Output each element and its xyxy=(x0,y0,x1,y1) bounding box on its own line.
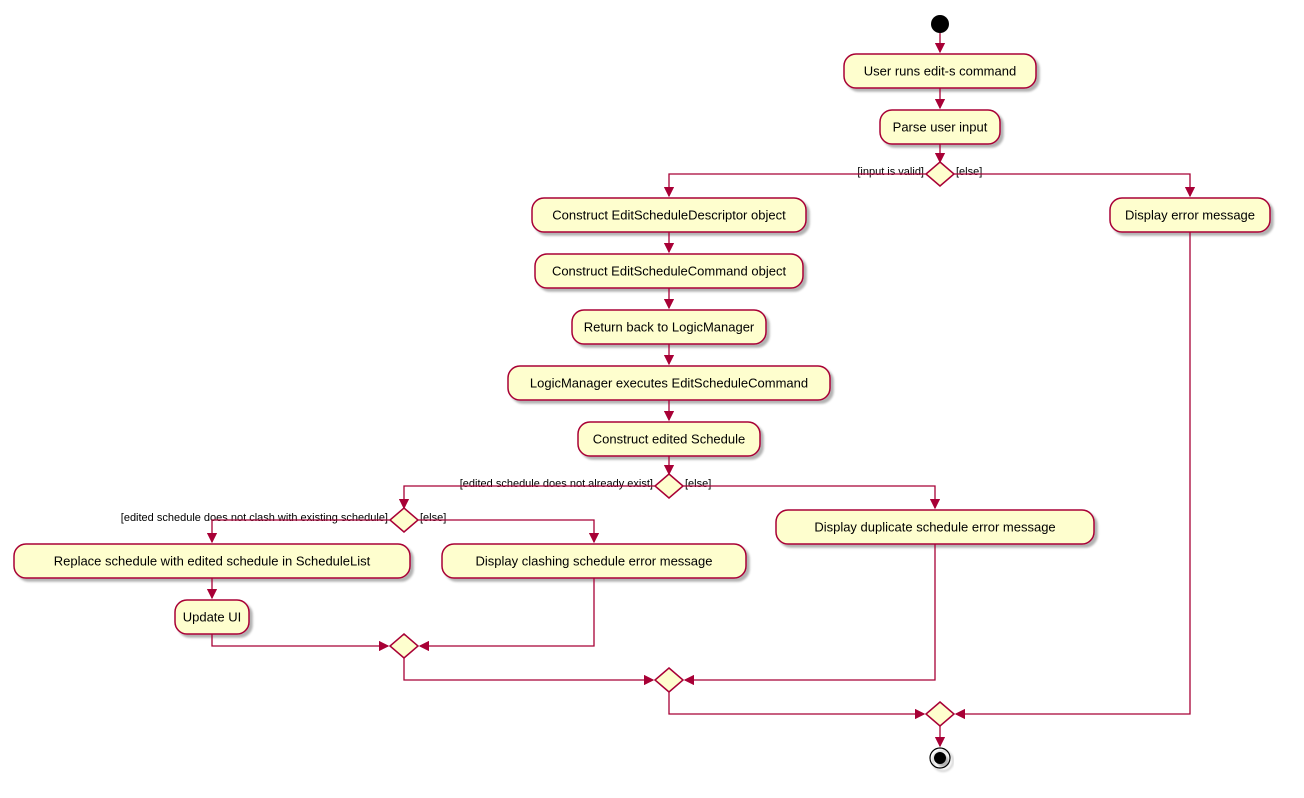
activity-replace-schedule: Replace schedule with edited schedule in… xyxy=(14,544,410,578)
activity-user-runs: User runs edit-s command xyxy=(844,54,1036,88)
activity-update-ui: Update UI xyxy=(175,600,249,634)
activity-display-duplicate-error: Display duplicate schedule error message xyxy=(776,510,1094,544)
guard-label: [edited schedule does not already exist] xyxy=(460,478,653,490)
activity-return-logic: Return back to LogicManager xyxy=(572,310,766,344)
activity-label: Return back to LogicManager xyxy=(584,319,755,334)
start-node xyxy=(931,15,949,33)
guard-label: [edited schedule does not clash with exi… xyxy=(121,512,388,524)
activity-label: Construct EditScheduleCommand object xyxy=(552,263,787,278)
decision-schedule-clash xyxy=(390,508,418,532)
edge xyxy=(420,578,594,646)
activity-display-error: Display error message xyxy=(1110,198,1270,232)
activity-parse-input: Parse user input xyxy=(880,110,1000,144)
activity-display-clash-error: Display clashing schedule error message xyxy=(442,544,746,578)
activity-label: User runs edit-s command xyxy=(864,63,1016,78)
activity-label: LogicManager executes EditScheduleComman… xyxy=(530,375,808,390)
edge xyxy=(404,658,653,680)
edge xyxy=(212,634,388,646)
guard-label: [input is valid] xyxy=(857,166,924,178)
edge xyxy=(669,692,924,714)
guard-label: [else] xyxy=(956,166,982,178)
merge-clash xyxy=(390,634,418,658)
activity-label: Parse user input xyxy=(893,119,988,134)
edge xyxy=(956,232,1190,714)
activity-label: Replace schedule with edited schedule in… xyxy=(54,553,371,568)
merge-valid xyxy=(926,702,954,726)
activity-label: Display duplicate schedule error message xyxy=(814,519,1055,534)
activity-construct-descriptor: Construct EditScheduleDescriptor object xyxy=(532,198,806,232)
activity-construct-command: Construct EditScheduleCommand object xyxy=(535,254,803,288)
guard-label: [else] xyxy=(685,478,711,490)
edge xyxy=(683,486,935,508)
edge xyxy=(954,174,1190,196)
guard-label: [else] xyxy=(420,512,446,524)
activity-label: Display error message xyxy=(1125,207,1255,222)
activity-label: Update UI xyxy=(183,609,242,624)
decision-input-valid xyxy=(926,162,954,186)
activity-label: Construct edited Schedule xyxy=(593,431,745,446)
activity-label: Display clashing schedule error message xyxy=(475,553,712,568)
activity-execute-command: LogicManager executes EditScheduleComman… xyxy=(508,366,830,400)
end-node xyxy=(930,748,950,768)
decision-schedule-exist xyxy=(655,474,683,498)
activity-construct-schedule: Construct edited Schedule xyxy=(578,422,760,456)
merge-exist xyxy=(655,668,683,692)
activity-label: Construct EditScheduleDescriptor object xyxy=(552,207,786,222)
